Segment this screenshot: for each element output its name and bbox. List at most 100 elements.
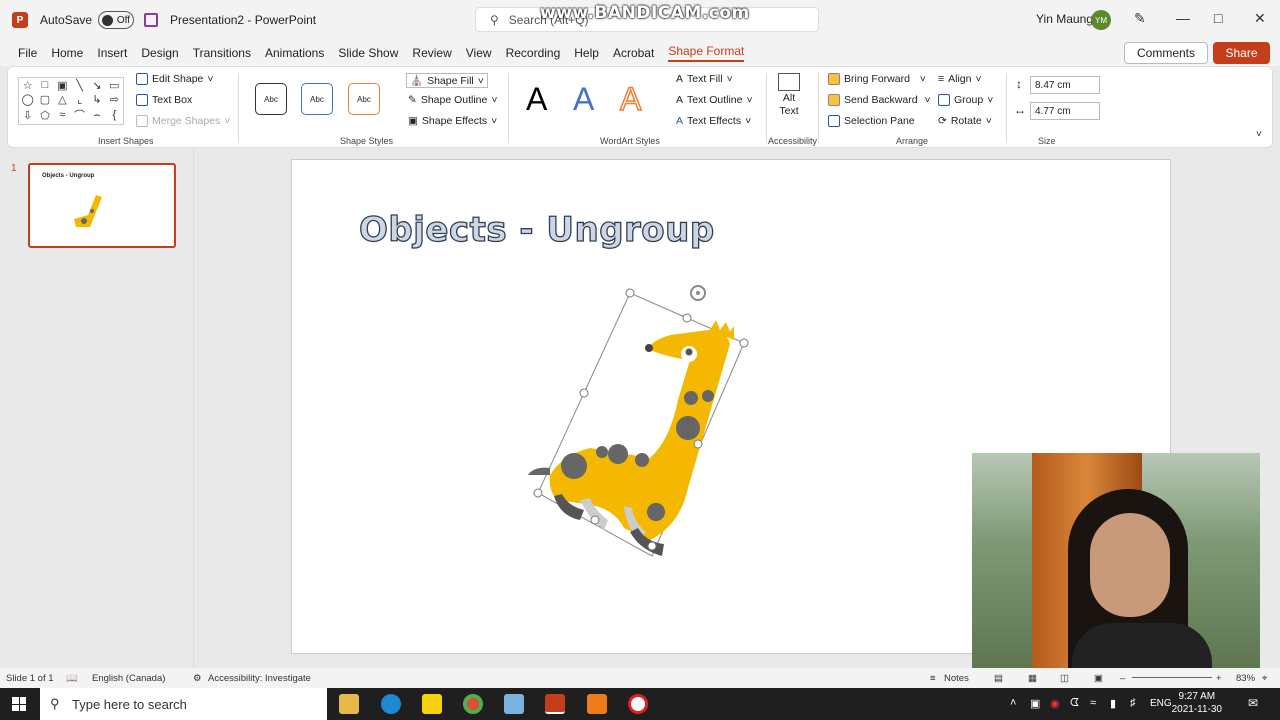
wifi-icon[interactable]: ≈ bbox=[1090, 697, 1096, 709]
tray-chevron-icon[interactable]: ˄ bbox=[1010, 697, 1016, 709]
chrome-icon[interactable] bbox=[463, 694, 483, 714]
notes-icon[interactable]: ≡ bbox=[930, 673, 936, 684]
tab-transitions[interactable]: Transitions bbox=[193, 46, 251, 60]
tab-slide-show[interactable]: Slide Show bbox=[338, 46, 398, 60]
text-effects-button[interactable]: A Text Effects ˅ bbox=[676, 115, 751, 127]
group-button[interactable]: Group ˅ bbox=[938, 94, 993, 106]
arrow-line-shape-icon[interactable]: ↘ bbox=[92, 79, 101, 92]
connector-shape-icon[interactable]: ⌞ bbox=[77, 93, 82, 106]
avatar[interactable]: YM bbox=[1091, 10, 1111, 30]
resize-handle[interactable] bbox=[579, 388, 589, 398]
edit-shape-button[interactable]: Edit Shape ˅ bbox=[136, 73, 214, 85]
brace-shape-icon[interactable]: { bbox=[112, 109, 116, 121]
sticky-notes-icon[interactable] bbox=[422, 694, 442, 714]
right-arrow-shape-icon[interactable]: ⇨ bbox=[110, 93, 119, 106]
comments-button[interactable]: Comments bbox=[1124, 42, 1208, 64]
app-icon[interactable] bbox=[504, 694, 524, 714]
tab-shape-format[interactable]: Shape Format bbox=[668, 44, 745, 62]
width-input[interactable]: 4.77 cm bbox=[1030, 102, 1100, 120]
slide-title[interactable]: Objects - Ungroup bbox=[358, 209, 715, 250]
slide-sorter-icon[interactable]: ▦ bbox=[1028, 673, 1037, 684]
tab-insert[interactable]: Insert bbox=[97, 46, 127, 60]
taskbar-clock[interactable]: 9:27 AM 2021-11-30 bbox=[1172, 690, 1222, 716]
autosave-toggle[interactable]: Off bbox=[98, 11, 135, 29]
collapse-ribbon-icon[interactable]: ˅ bbox=[1256, 129, 1262, 140]
resize-handle[interactable] bbox=[625, 288, 635, 298]
send-backward-button[interactable]: Send Backward ˅ bbox=[828, 94, 931, 106]
tray-app-icon[interactable]: ▣ bbox=[1030, 697, 1040, 710]
rounded-rect-shape-icon[interactable]: ▢ bbox=[40, 93, 50, 106]
tray-language[interactable]: ENG bbox=[1150, 698, 1172, 709]
text-box-button[interactable]: Text Box bbox=[136, 94, 192, 106]
battery-icon[interactable]: ▮ bbox=[1110, 697, 1116, 710]
scribble-shape-icon[interactable]: ≈ bbox=[59, 109, 65, 121]
file-explorer-icon[interactable] bbox=[339, 694, 359, 714]
bring-forward-button[interactable]: Bring Forward ˅ bbox=[828, 73, 926, 85]
tab-home[interactable]: Home bbox=[51, 46, 83, 60]
bluetooth-icon[interactable]: ᗧ bbox=[1070, 697, 1079, 710]
wordart-blue[interactable]: A bbox=[573, 81, 594, 118]
resize-handle[interactable] bbox=[682, 313, 692, 323]
giraffe-image[interactable] bbox=[520, 280, 760, 570]
resize-handle[interactable] bbox=[647, 541, 657, 551]
shape-effects-button[interactable]: ▣ Shape Effects ˅ bbox=[408, 115, 497, 127]
slide-thumbnail[interactable]: Objects - Ungroup bbox=[28, 163, 176, 248]
user-name[interactable]: Yin Maung bbox=[1036, 12, 1093, 26]
shape-style-black[interactable]: Abc bbox=[255, 83, 287, 115]
shape-style-orange[interactable]: Abc bbox=[348, 83, 380, 115]
tray-record-icon[interactable]: ◉ bbox=[1050, 697, 1060, 710]
share-button[interactable]: Share bbox=[1213, 42, 1270, 64]
wordart-black[interactable]: A bbox=[526, 81, 547, 118]
powerpoint-taskbar-icon[interactable] bbox=[545, 694, 565, 714]
tab-acrobat[interactable]: Acrobat bbox=[613, 46, 654, 60]
reading-view-icon[interactable]: ◫ bbox=[1060, 673, 1069, 684]
triangle-shape-icon[interactable]: △ bbox=[58, 93, 66, 106]
elbow-connector-shape-icon[interactable]: ↳ bbox=[92, 93, 101, 106]
spell-check-icon[interactable]: 📖 bbox=[66, 673, 78, 684]
tab-view[interactable]: View bbox=[466, 46, 492, 60]
resize-handle[interactable] bbox=[739, 338, 749, 348]
accessibility-icon[interactable]: ⚙ bbox=[193, 673, 202, 684]
align-button[interactable]: ≡ Align ˅ bbox=[938, 73, 982, 85]
merge-shapes-button[interactable]: Merge Shapes ˅ bbox=[136, 115, 230, 127]
text-outline-button[interactable]: A Text Outline ˅ bbox=[676, 94, 753, 106]
tab-design[interactable]: Design bbox=[141, 46, 178, 60]
zoom-in-icon[interactable]: + bbox=[1216, 673, 1222, 684]
height-input[interactable]: 8.47 cm bbox=[1030, 76, 1100, 94]
tab-recording[interactable]: Recording bbox=[506, 46, 561, 60]
tab-help[interactable]: Help bbox=[574, 46, 599, 60]
minimize-icon[interactable]: — bbox=[1176, 10, 1190, 26]
tab-review[interactable]: Review bbox=[412, 46, 451, 60]
maximize-icon[interactable]: □ bbox=[1214, 10, 1222, 26]
star-shape-icon[interactable]: ☆ bbox=[23, 79, 33, 92]
text-fill-button[interactable]: A Text Fill ˅ bbox=[676, 73, 733, 85]
accessibility-status[interactable]: Accessibility: Investigate bbox=[208, 673, 311, 684]
zoom-level[interactable]: 83% bbox=[1236, 673, 1255, 684]
rotate-button[interactable]: ⟳ Rotate ˅ bbox=[938, 115, 992, 127]
pen-icon[interactable]: ✎ bbox=[1134, 10, 1146, 27]
zoom-slider[interactable] bbox=[1132, 677, 1212, 678]
arc-shape-icon[interactable]: ⌢ bbox=[93, 109, 100, 122]
textbox-shape-icon[interactable]: ▣ bbox=[57, 79, 67, 92]
shapes-gallery[interactable]: ☆ □ ▣ ╲ ↘ ▭ ◯ ▢ △ ⌞ ↳ ⇨ ⇩ ⬠ ≈ ⌒ ⌢ { bbox=[18, 77, 124, 125]
rectangle-shape-icon[interactable]: ▭ bbox=[109, 79, 119, 92]
slideshow-icon[interactable]: ▣ bbox=[1094, 673, 1103, 684]
wordart-orange[interactable]: A bbox=[619, 80, 642, 118]
normal-view-icon[interactable]: ▤ bbox=[994, 673, 1003, 684]
notes-button[interactable]: Notes bbox=[944, 673, 969, 684]
close-icon[interactable]: ✕ bbox=[1254, 10, 1266, 27]
taskbar-search[interactable]: ⚲ Type here to search bbox=[40, 688, 327, 720]
freeform-shape-icon[interactable]: ⬠ bbox=[40, 109, 50, 122]
bandicam-icon[interactable] bbox=[628, 694, 648, 714]
shape-style-blue[interactable]: Abc bbox=[301, 83, 333, 115]
curve-shape-icon[interactable]: ⌒ bbox=[74, 107, 85, 123]
rotate-handle-icon[interactable] bbox=[690, 285, 706, 301]
alt-text-button[interactable]: Alt Text bbox=[778, 73, 800, 117]
save-icon[interactable] bbox=[144, 13, 159, 27]
windows-start-icon[interactable] bbox=[12, 697, 26, 711]
volume-icon[interactable]: ♯ bbox=[1130, 697, 1136, 709]
fit-slide-icon[interactable]: ⌖ bbox=[1262, 673, 1267, 684]
zoom-out-icon[interactable]: – bbox=[1120, 673, 1125, 684]
edge-icon[interactable] bbox=[381, 694, 401, 714]
resize-handle[interactable] bbox=[533, 488, 543, 498]
